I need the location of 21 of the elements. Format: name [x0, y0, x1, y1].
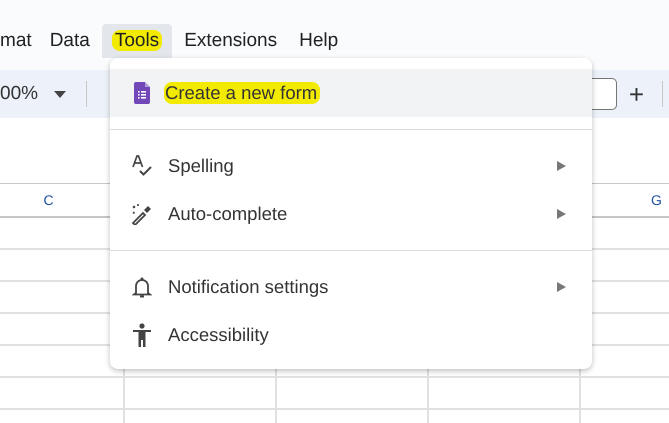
menu-item[interactable]: Spelling — [110, 142, 592, 190]
increase-font-size-button[interactable]: + — [616, 78, 656, 110]
menu-tab[interactable]: Extensions — [174, 24, 288, 58]
bell-icon — [132, 276, 152, 298]
accessibility-icon — [132, 323, 152, 347]
menu-tab[interactable]: Help — [289, 24, 348, 58]
menu-tab[interactable]: mat — [0, 24, 38, 58]
magic-wand-icon — [131, 203, 153, 225]
menu-tab[interactable]: Tools — [102, 24, 172, 58]
caret-icon — [54, 90, 66, 98]
spellcheck-icon — [131, 155, 153, 177]
menu-item[interactable]: Auto-complete — [110, 190, 592, 238]
submenu-arrow-icon — [557, 209, 566, 219]
menu-tab[interactable]: Data — [40, 24, 100, 58]
menu-item[interactable]: Notification settings — [110, 263, 592, 311]
menu-item[interactable]: Create a new form — [110, 69, 592, 117]
zoom-dropdown[interactable]: 00% — [0, 83, 80, 105]
form-icon — [134, 82, 150, 104]
menu-item[interactable]: Accessibility — [110, 311, 592, 359]
submenu-arrow-icon — [557, 161, 566, 171]
submenu-arrow-icon — [557, 282, 566, 292]
